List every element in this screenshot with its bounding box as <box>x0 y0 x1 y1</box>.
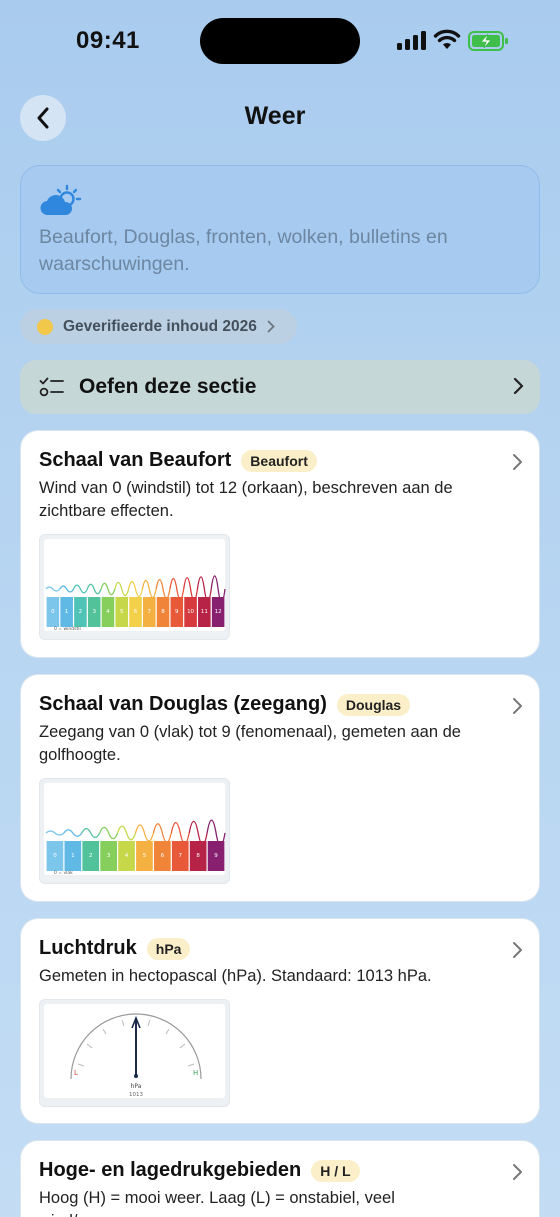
wave-segment <box>141 579 157 599</box>
scale-label: 4 <box>125 853 129 859</box>
card-description: Zeegang van 0 (vlak) tot 9 (fenomenaal),… <box>39 723 461 764</box>
card-title-row: Luchtdruk hPa <box>39 937 191 960</box>
card-title-row: Schaal van Beaufort Beaufort <box>39 449 317 472</box>
card-description: Hoog (H) = mooi weer. Laag (L) = onstabi… <box>39 1189 395 1217</box>
cloud-sun-icon <box>40 184 82 216</box>
page-title: Weer <box>244 102 306 130</box>
checklist-icon <box>39 377 64 397</box>
scale-label: 0 <box>51 609 55 615</box>
chevron-right-icon <box>513 942 522 958</box>
beaufort-scale-thumbnail: 0 1 2 3 4 5 6 7 8 9 10 11 12 0 = windstil <box>39 534 230 640</box>
status-time: 09:41 <box>76 27 140 54</box>
scale-label: 12 <box>215 609 222 615</box>
wave-segment <box>72 584 88 594</box>
scale-label: 8 <box>196 853 200 859</box>
card-badge: Beaufort <box>241 449 317 472</box>
scale-label: 2 <box>79 609 83 615</box>
gauge-unit-label: hPa <box>131 1083 142 1090</box>
chevron-right-icon <box>513 698 522 714</box>
chevron-right-icon <box>513 377 524 395</box>
scale-label: 7 <box>148 609 152 615</box>
topic-card-douglas[interactable]: Schaal van Douglas (zeegang) Douglas Zee… <box>20 674 540 902</box>
wave-segment <box>114 581 130 597</box>
barometer-gauge-graphic: L H hPa 1013 <box>70 1013 202 1098</box>
scale-label: 2 <box>89 853 93 859</box>
scale-label: 3 <box>107 853 111 859</box>
scale-label: 10 <box>187 609 194 615</box>
topic-card-luchtdruk[interactable]: Luchtdruk hPa Gemeten in hectopascal (hP… <box>20 918 540 1124</box>
dynamic-island <box>200 18 360 64</box>
cellular-signal-icon <box>397 31 427 50</box>
scale-label: 9 <box>214 853 218 859</box>
wave-segment <box>81 827 101 839</box>
scale-caption: 0 = vlak <box>54 870 73 876</box>
chevron-right-icon <box>513 1164 522 1180</box>
scale-label: 1 <box>65 609 69 615</box>
card-title-row: Schaal van Douglas (zeegang) Douglas <box>39 693 411 716</box>
wave-segment <box>59 585 75 593</box>
scale-caption: 0 = windstil <box>54 626 81 632</box>
wave-segment <box>45 586 61 592</box>
practice-label: Oefen deze sectie <box>79 375 257 398</box>
card-badge: H / L <box>311 1159 360 1182</box>
card-description: Gemeten in hectopascal (hPa). Standaard:… <box>39 967 432 985</box>
card-title: Hoge- en lagedrukgebieden <box>39 1159 302 1181</box>
wave-segment <box>127 580 144 598</box>
scale-label: 4 <box>106 609 110 615</box>
scale-label: 6 <box>134 609 138 615</box>
topic-card-beaufort[interactable]: Schaal van Beaufort Beaufort Wind van 0 … <box>20 430 540 658</box>
wave-segment <box>183 577 199 601</box>
chevron-right-icon <box>267 320 275 333</box>
wave-segment <box>155 578 171 600</box>
douglas-scale-graphic: 0 1 2 3 4 5 6 7 8 9 0 = vlak <box>45 819 226 876</box>
card-title: Schaal van Douglas (zeegang) <box>39 693 327 715</box>
wave-segment <box>116 825 137 841</box>
section-intro-box: Beaufort, Douglas, fronten, wolken, bull… <box>20 165 540 294</box>
scale-label: 5 <box>120 609 124 615</box>
verified-content-pill[interactable]: Geverifieerde inhoud 2026 <box>20 309 297 344</box>
status-bar: 09:41 <box>0 0 560 84</box>
scale-label: 11 <box>201 609 208 615</box>
battery-charging-icon <box>468 31 508 51</box>
card-badge: hPa <box>146 937 191 960</box>
wave-segment <box>170 821 190 845</box>
wave-segment <box>152 823 172 843</box>
verified-badge-icon <box>37 318 53 335</box>
card-description: Wind van 0 (windstil) tot 12 (orkaan), b… <box>39 479 453 520</box>
gauge-high-label: H <box>193 1069 198 1077</box>
wave-segment <box>169 578 185 600</box>
topic-card-hoge-lagedruk[interactable]: Hoge- en lagedrukgebieden H / L Hoog (H)… <box>20 1140 540 1217</box>
scale-label: 8 <box>161 609 165 615</box>
scale-label: 9 <box>175 609 179 615</box>
scale-label: 3 <box>92 609 96 615</box>
scale-label: 1 <box>71 853 75 859</box>
card-title: Luchtdruk <box>39 937 137 959</box>
gauge-low-label: L <box>74 1069 78 1077</box>
card-title: Schaal van Beaufort <box>39 449 232 471</box>
card-title-row: Hoge- en lagedrukgebieden H / L <box>39 1159 360 1182</box>
wave-segment <box>45 830 65 836</box>
chevron-right-icon <box>513 454 522 470</box>
scale-label: 6 <box>161 853 165 859</box>
barometer-thumbnail: L H hPa 1013 <box>39 999 230 1107</box>
section-description: Beaufort, Douglas, fronten, wolken, bull… <box>39 226 448 275</box>
wave-segment <box>86 583 102 595</box>
wave-segment <box>134 824 155 842</box>
verified-label: Geverifieerde inhoud 2026 <box>63 317 257 335</box>
wifi-icon <box>433 29 461 49</box>
wave-segment <box>99 826 119 840</box>
scale-label: 7 <box>179 853 183 859</box>
gauge-value-label: 1013 <box>129 1092 143 1098</box>
wave-segment <box>63 829 83 837</box>
wave-segment <box>100 582 116 596</box>
douglas-scale-thumbnail: 0 1 2 3 4 5 6 7 8 9 0 = vlak <box>39 778 230 884</box>
beaufort-scale-graphic: 0 1 2 3 4 5 6 7 8 9 10 11 120 = windstil <box>45 575 226 632</box>
scale-label: 0 <box>53 853 57 859</box>
practice-section-button[interactable]: Oefen deze sectie <box>20 360 540 414</box>
scale-label: 5 <box>143 853 147 859</box>
card-badge: Douglas <box>336 693 411 716</box>
